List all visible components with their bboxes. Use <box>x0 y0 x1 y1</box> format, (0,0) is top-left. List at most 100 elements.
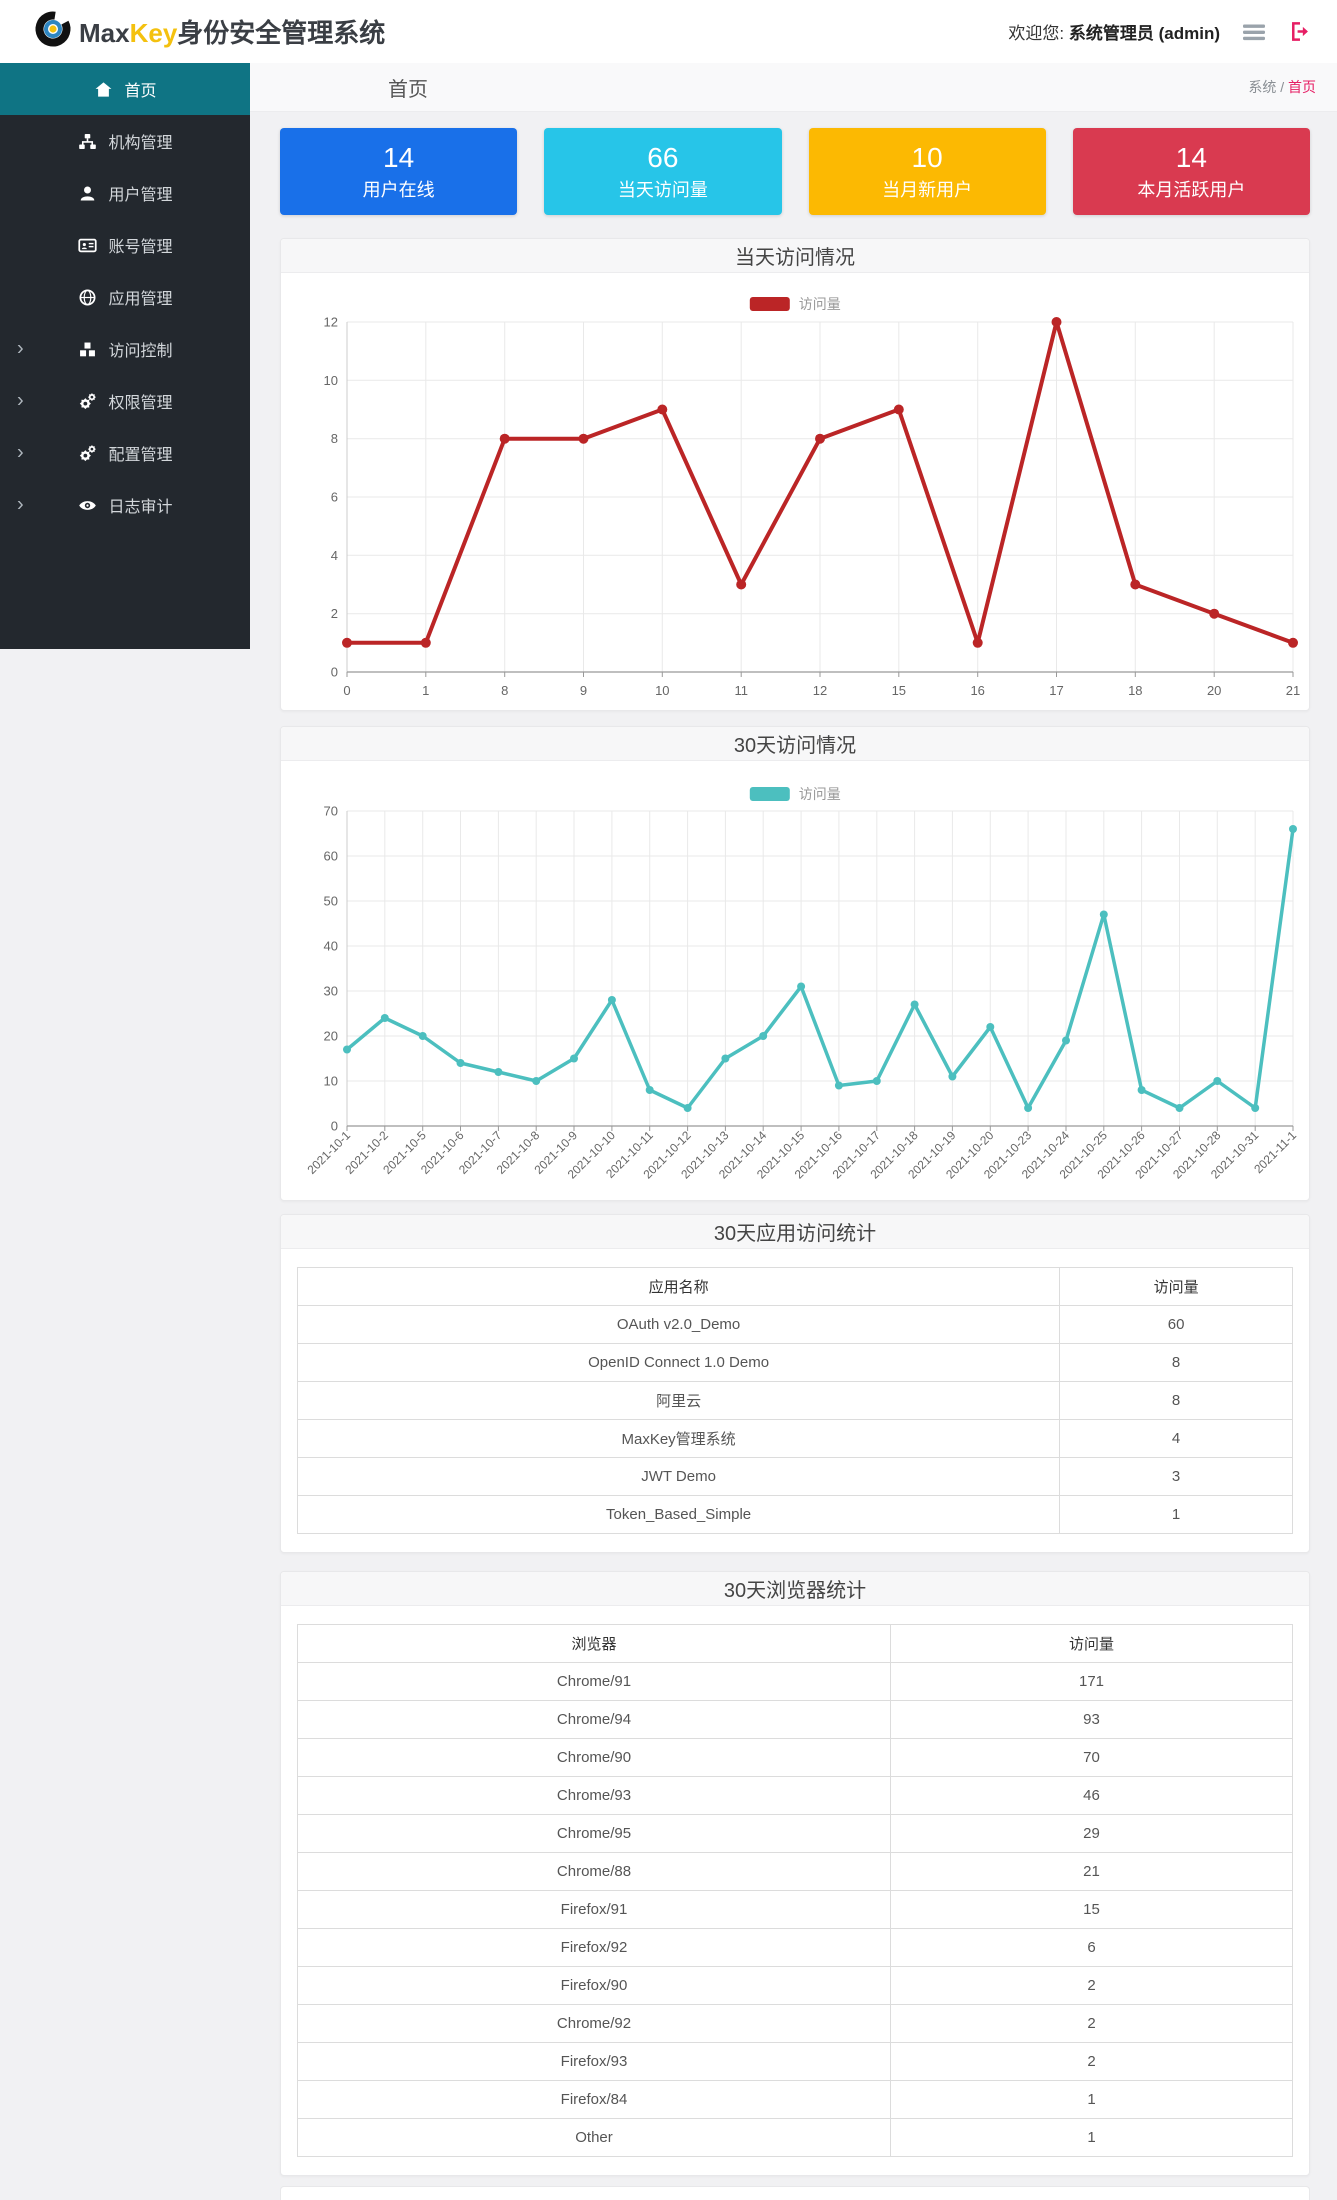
table-row: Firefox/91 15 <box>296 1890 1293 1929</box>
sidebar-item-label: 应用管理 <box>108 291 173 308</box>
chevron-right-icon: › <box>17 389 24 412</box>
stat-value: 66 <box>647 142 679 173</box>
table-row: Token_Based_Simple 1 <box>296 1495 1293 1534</box>
table-cell-visits: 8 <box>1059 1343 1293 1382</box>
svg-text:20: 20 <box>324 1029 338 1044</box>
sidebar-item-0[interactable]: 首页 <box>0 63 250 115</box>
globe-icon <box>77 287 97 307</box>
table-row: Chrome/90 70 <box>296 1738 1293 1777</box>
table-cell-name: Chrome/92 <box>296 2004 892 2043</box>
table-cell-visits: 2 <box>890 2042 1293 2081</box>
table-cell-visits: 60 <box>1059 1305 1293 1344</box>
stat-card-0: 14 用户在线 <box>280 128 518 215</box>
table-cell-name: Firefox/93 <box>296 2042 892 2081</box>
sidebar-item-7[interactable]: › 配置管理 <box>0 427 250 479</box>
table-cell-name: OAuth v2.0_Demo <box>296 1305 1061 1344</box>
monthly-visits-chart[interactable]: 0 10 20 30 40 50 60 70 2021-10-1 2021-10-2 2021-10… <box>281 761 1309 1200</box>
table-cell-name: 阿里云 <box>296 1381 1061 1420</box>
svg-text:1: 1 <box>422 683 429 698</box>
stat-card-2: 10 当月新用户 <box>808 128 1046 215</box>
table-cell-name: OpenID Connect 1.0 Demo <box>296 1343 1061 1382</box>
stat-label: 当月新用户 <box>882 180 973 200</box>
table-cell-name: Firefox/90 <box>296 1966 892 2005</box>
browser-stats-panel: 30天浏览器统计 浏览器 访问量 Chrome/91 171 Chrome/94 93… <box>280 1571 1310 2176</box>
chevron-right-icon: › <box>17 493 24 516</box>
sidebar-item-label: 机构管理 <box>108 135 173 152</box>
sidebar-item-8[interactable]: › 日志审计 <box>0 479 250 531</box>
table-cell-visits: 1 <box>890 2080 1293 2119</box>
svg-text:12: 12 <box>813 683 827 698</box>
welcome-text: 欢迎您: 系统管理员 (admin) <box>1008 24 1220 43</box>
table-cell-name: Chrome/88 <box>296 1852 892 1891</box>
breadcrumb-separator: / <box>1280 79 1288 95</box>
table-row: Firefox/92 6 <box>296 1928 1293 1967</box>
table-row: OAuth v2.0_Demo 60 <box>296 1305 1293 1344</box>
sidebar-item-4[interactable]: 应用管理 <box>0 271 250 323</box>
table-cell-visits: 8 <box>1059 1381 1293 1420</box>
table-cell-visits: 2 <box>890 2004 1293 2043</box>
table-cell-name: Chrome/93 <box>296 1776 892 1815</box>
table-row: Chrome/92 2 <box>296 2004 1293 2043</box>
table-cell-name: Firefox/84 <box>296 2080 892 2119</box>
chevron-right-icon: › <box>17 337 24 360</box>
sidebar-item-1[interactable]: 机构管理 <box>0 115 250 167</box>
sidebar-item-label: 权限管理 <box>108 395 173 412</box>
chart-legend[interactable]: 访问量 <box>749 786 841 802</box>
daily-visits-chart[interactable]: 0 2 4 6 8 10 12 0 1 8 9 10 11 12 15 16 17 18 20 21 访问量 <box>281 273 1309 710</box>
table-row: OpenID Connect 1.0 Demo 8 <box>296 1343 1293 1382</box>
svg-text:10: 10 <box>655 683 669 698</box>
sidebar-item-3[interactable]: 账号管理 <box>0 219 250 271</box>
svg-text:2: 2 <box>331 606 338 621</box>
svg-text:6: 6 <box>331 490 338 505</box>
table-cell-name: Chrome/95 <box>296 1814 892 1853</box>
svg-text:60: 60 <box>324 849 338 864</box>
user-icon <box>77 183 97 203</box>
table-cell-visits: 46 <box>890 1776 1293 1815</box>
table-row: JWT Demo 3 <box>296 1457 1293 1496</box>
svg-text:访问量: 访问量 <box>799 786 841 802</box>
table-cell-name: Firefox/92 <box>296 1928 892 1967</box>
sidebar-item-5[interactable]: › 访问控制 <box>0 323 250 375</box>
svg-text:30: 30 <box>324 984 338 999</box>
sidebar-item-label: 日志审计 <box>108 499 173 516</box>
stat-value: 10 <box>911 142 943 173</box>
sidebar-item-label: 访问控制 <box>108 343 173 360</box>
table-cell-visits: 15 <box>890 1890 1293 1929</box>
hamburger-icon[interactable] <box>1242 20 1266 44</box>
sidebar-item-label: 用户管理 <box>108 187 173 204</box>
sidebar-item-6[interactable]: › 权限管理 <box>0 375 250 427</box>
table-row: 阿里云 8 <box>296 1381 1293 1420</box>
breadcrumb-root-link[interactable]: 系统 <box>1248 79 1276 95</box>
breadcrumb: 系统 / 首页 <box>1248 77 1316 97</box>
table-row: Firefox/84 1 <box>296 2080 1293 2119</box>
chart-legend[interactable]: 访问量 <box>749 296 841 312</box>
svg-text:10: 10 <box>324 373 338 388</box>
eye-icon <box>77 495 97 515</box>
svg-text:9: 9 <box>580 683 587 698</box>
svg-text:8: 8 <box>501 683 508 698</box>
stat-label: 用户在线 <box>362 180 435 200</box>
breadcrumb-current-link[interactable]: 首页 <box>1288 79 1316 95</box>
table-cell-visits: 1 <box>890 2118 1293 2157</box>
column-header-browser: 浏览器 <box>296 1624 892 1663</box>
panel-title-apps: 30天应用访问统计 <box>281 1215 1309 1249</box>
page-header: 首页 系统 / 首页 <box>250 63 1337 112</box>
sidebar-item-label: 配置管理 <box>108 447 173 464</box>
table-cell-name: Other <box>296 2118 892 2157</box>
monthly-visits-panel: 30天访问情况 0 10 20 30 40 50 60 70 2021-10-1 2021-10-… <box>280 726 1310 1201</box>
sign-out-icon[interactable] <box>1288 20 1311 43</box>
table-cell-name: MaxKey管理系统 <box>296 1419 1061 1458</box>
cogs-icon <box>77 391 97 411</box>
table-cell-visits: 2 <box>890 1966 1293 2005</box>
app-title: MaxKey身份安全管理系统 <box>79 18 386 48</box>
table-header-row: 应用名称 访问量 <box>296 1267 1293 1306</box>
sidebar-item-label: 首页 <box>124 83 157 100</box>
daily-visits-panel: 当天访问情况 0 2 4 6 8 10 12 0 1 8 9 10 11 12 15 16 17 18 20 21 访问… <box>280 238 1310 711</box>
table-row: Firefox/93 2 <box>296 2042 1293 2081</box>
sidebar-item-2[interactable]: 用户管理 <box>0 167 250 219</box>
chevron-right-icon: › <box>17 441 24 464</box>
maxkey-logo-icon <box>34 10 72 53</box>
stat-card-1: 66 当天访问量 <box>544 128 782 215</box>
svg-text:10: 10 <box>324 1074 338 1089</box>
svg-text:12: 12 <box>324 315 338 330</box>
